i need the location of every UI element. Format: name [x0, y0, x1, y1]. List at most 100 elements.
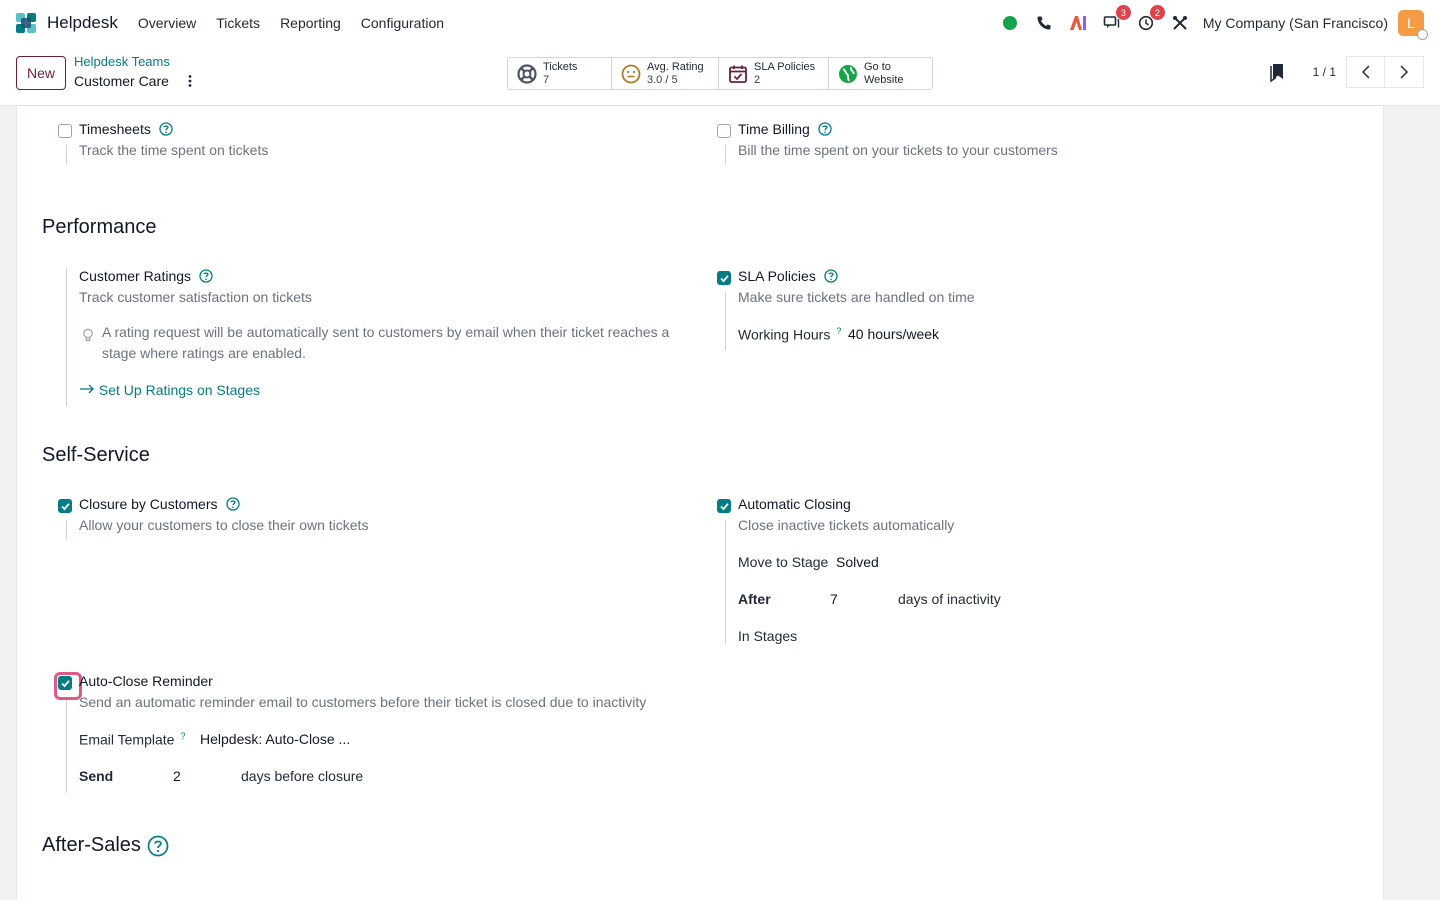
- time-billing-desc: Bill the time spent on your tickets to y…: [738, 142, 1058, 158]
- tickets-stat-value: 7: [543, 73, 550, 86]
- pager-value[interactable]: 1 / 1: [1313, 65, 1336, 79]
- time-billing-checkbox[interactable]: [717, 124, 731, 138]
- avg-rating-stat-value: 3.0 / 5: [647, 73, 678, 86]
- phone-icon[interactable]: [1034, 13, 1054, 33]
- email-template-value[interactable]: Helpdesk: Auto-Close ...: [200, 731, 350, 747]
- help-icon[interactable]: [824, 269, 838, 283]
- working-hours-label: Working Hours?: [738, 326, 841, 343]
- pager-next-button[interactable]: [1385, 56, 1424, 88]
- email-template-help-icon[interactable]: ?: [180, 731, 185, 741]
- tickets-stat-button[interactable]: Tickets 7: [508, 58, 612, 89]
- closure-title-text: Closure by Customers: [79, 496, 218, 512]
- after-days-input[interactable]: 7: [830, 591, 838, 607]
- chevron-left-icon: [1361, 65, 1370, 79]
- email-template-label: Email Template?: [79, 731, 185, 748]
- globe-icon: [839, 64, 857, 83]
- help-icon[interactable]: [159, 122, 173, 136]
- working-hours-label-text: Working Hours: [738, 326, 831, 343]
- timesheets-title-text: Timesheets: [79, 121, 151, 137]
- menu-reporting[interactable]: Reporting: [270, 15, 351, 31]
- closure-desc: Allow your customers to close their own …: [79, 517, 369, 533]
- record-actions-kebab-icon[interactable]: [184, 73, 196, 89]
- send-label: Send: [79, 768, 114, 784]
- menu-overview[interactable]: Overview: [128, 15, 206, 31]
- chevron-right-icon: [1400, 65, 1409, 79]
- website-label: Website: [864, 73, 904, 86]
- auto-closing-checkbox[interactable]: [717, 499, 731, 513]
- smiley-icon: [621, 64, 641, 83]
- setting-timesheets: Timesheets Track the time spent on ticke…: [58, 121, 658, 171]
- auto-closing-title: Automatic Closing: [738, 496, 851, 512]
- setting-customer-ratings: Customer Ratings Track customer satisfac…: [58, 268, 698, 408]
- timesheets-desc: Track the time spent on tickets: [79, 142, 269, 158]
- setting-auto-close-reminder: Auto-Close Reminder Send an automatic re…: [54, 672, 758, 798]
- help-icon[interactable]: [147, 835, 169, 857]
- tickets-stat-label: Tickets: [543, 60, 578, 73]
- move-to-stage-value[interactable]: Solved: [836, 554, 879, 570]
- go-to-website-button[interactable]: Go to Website: [829, 58, 932, 89]
- set-up-ratings-link[interactable]: Set Up Ratings on Stages: [79, 382, 260, 398]
- messages-icon[interactable]: 3: [1102, 5, 1131, 33]
- send-days-suffix: days before closure: [241, 768, 364, 784]
- breadcrumb-parent[interactable]: Helpdesk Teams: [74, 54, 170, 69]
- menu-tickets[interactable]: Tickets: [206, 15, 270, 31]
- time-billing-title: Time Billing: [738, 121, 832, 137]
- control-panel: New Helpdesk Teams Customer Care Tickets…: [0, 46, 1440, 106]
- new-button[interactable]: New: [16, 56, 66, 90]
- help-icon[interactable]: [199, 269, 213, 283]
- avatar-letter: L: [1407, 15, 1415, 31]
- after-days-suffix: days of inactivity: [898, 591, 1001, 607]
- setting-automatic-closing: Automatic Closing Close inactive tickets…: [717, 496, 1317, 656]
- setting-closure-by-customers: Closure by Customers Allow your customer…: [58, 496, 658, 546]
- timesheets-checkbox[interactable]: [58, 124, 72, 138]
- user-avatar[interactable]: L: [1398, 10, 1428, 40]
- avatar-status-icon: [1417, 29, 1428, 40]
- pager-previous-button[interactable]: [1346, 56, 1385, 88]
- closure-checkbox[interactable]: [58, 499, 72, 513]
- top-navbar: Helpdesk Overview Tickets Reporting Conf…: [0, 0, 1440, 46]
- bookmark-icon[interactable]: [1269, 62, 1285, 82]
- auto-close-reminder-desc: Send an automatic reminder email to cust…: [79, 694, 647, 710]
- sla-policies-stat-button[interactable]: SLA Policies 2: [719, 58, 829, 89]
- smart-buttons: Tickets 7 Avg. Rating 3.0 / 5 SLA Polici…: [507, 57, 933, 90]
- sla-policies-stat-label: SLA Policies: [754, 60, 816, 73]
- app-brand[interactable]: Helpdesk: [14, 11, 118, 35]
- helpdesk-logo-icon: [14, 11, 38, 35]
- setting-sla-policies: SLA Policies Make sure tickets are handl…: [717, 268, 1317, 358]
- activities-clock-icon[interactable]: 2: [1136, 5, 1165, 33]
- pager-area: 1 / 1: [1269, 56, 1424, 88]
- help-icon[interactable]: [818, 122, 832, 136]
- ai-assistant-icon[interactable]: [1068, 13, 1088, 33]
- company-switcher[interactable]: My Company (San Francisco): [1203, 15, 1388, 31]
- tools-icon[interactable]: [1170, 13, 1190, 33]
- avg-rating-stat-button[interactable]: Avg. Rating 3.0 / 5: [612, 58, 719, 89]
- sla-policies-checkbox[interactable]: [717, 271, 731, 285]
- app-name: Helpdesk: [47, 13, 118, 32]
- help-icon[interactable]: [225, 497, 240, 511]
- after-label: After: [738, 591, 771, 607]
- menu-configuration[interactable]: Configuration: [351, 15, 454, 31]
- sla-policies-title-text: SLA Policies: [738, 268, 816, 284]
- after-sales-title-text: After-Sales: [42, 834, 141, 856]
- time-billing-title-text: Time Billing: [738, 121, 810, 137]
- sla-policies-desc: Make sure tickets are handled on time: [738, 289, 975, 305]
- settings-sheet: Timesheets Track the time spent on ticke…: [16, 106, 1384, 900]
- main-menu: Overview Tickets Reporting Configuration: [128, 15, 454, 31]
- working-hours-help-icon[interactable]: ?: [836, 326, 841, 336]
- calendar-check-icon: [729, 65, 747, 83]
- presence-status-icon[interactable]: [1000, 13, 1020, 33]
- send-days-input[interactable]: 2: [173, 768, 181, 784]
- arrow-right-icon: [80, 384, 94, 394]
- working-hours-value[interactable]: 40 hours/week: [848, 326, 939, 342]
- activities-badge: 2: [1149, 5, 1165, 20]
- auto-close-reminder-checkbox[interactable]: [54, 672, 82, 700]
- customer-ratings-title: Customer Ratings: [79, 268, 213, 284]
- customer-ratings-desc: Track customer satisfaction on tickets: [79, 289, 312, 305]
- avg-rating-stat-label: Avg. Rating: [647, 60, 704, 73]
- setting-time-billing: Time Billing Bill the time spent on your…: [717, 121, 1317, 171]
- lightbulb-icon: [83, 328, 93, 342]
- messages-badge: 3: [1115, 5, 1131, 20]
- go-to-label: Go to: [864, 60, 891, 73]
- after-sales-section-title: After-Sales: [42, 834, 169, 857]
- breadcrumb-current: Customer Care: [74, 73, 169, 89]
